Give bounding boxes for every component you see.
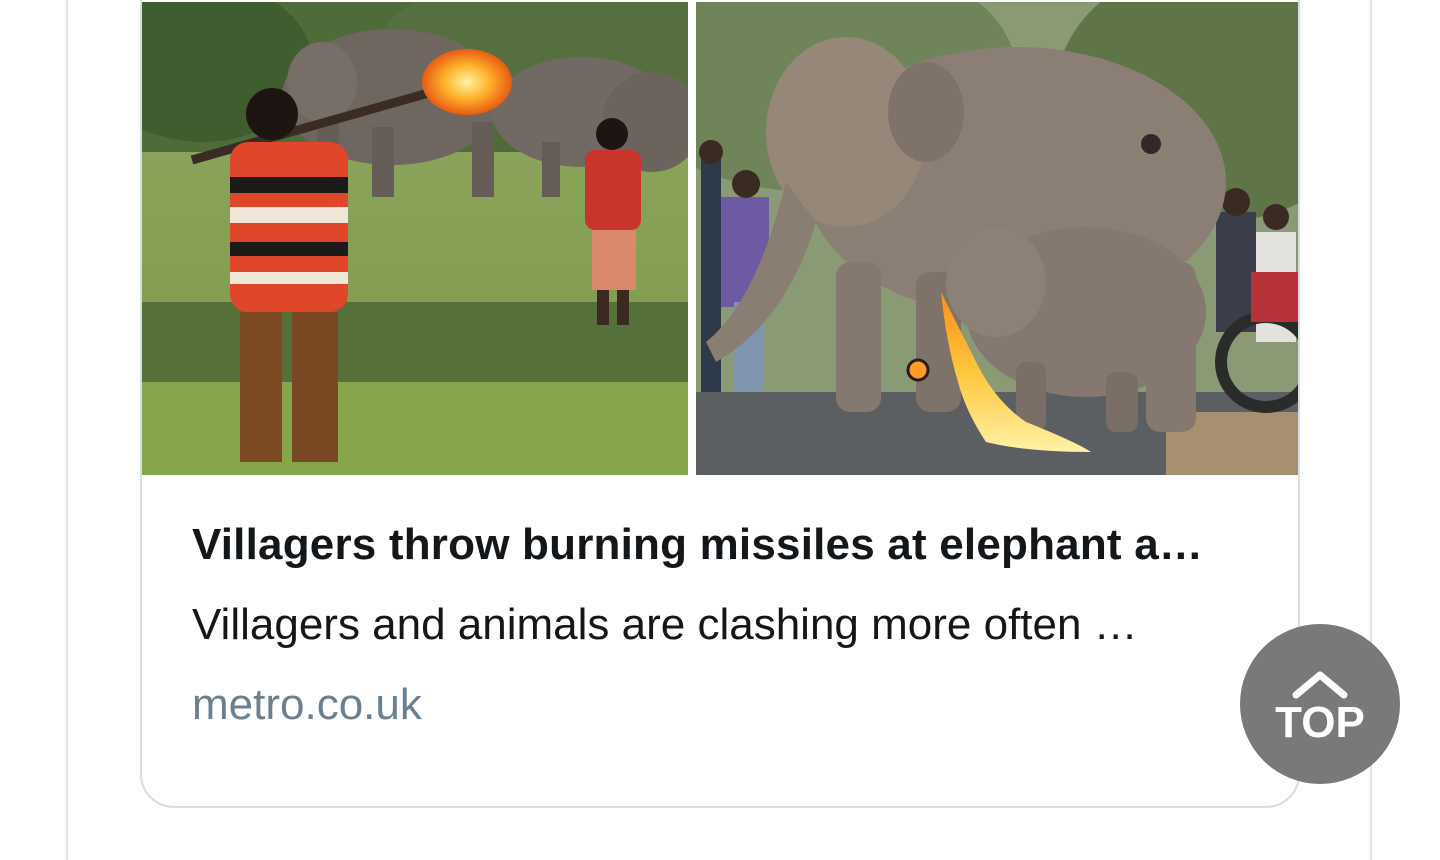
card-title[interactable]: Villagers throw burning missiles at elep… — [192, 520, 1252, 570]
link-preview-card[interactable]: Villagers throw burning missiles at elep… — [140, 0, 1300, 808]
photo-elephant-calf-fire — [696, 2, 1298, 475]
card-description: Villagers and animals are clashing more … — [192, 600, 1138, 649]
chevron-up-icon — [1292, 671, 1348, 699]
card-image-right[interactable] — [696, 2, 1298, 475]
scroll-to-top-button[interactable]: TOP — [1240, 624, 1400, 784]
card-media[interactable] — [142, 2, 1298, 475]
photo-villagers-elephants-field — [142, 2, 688, 475]
card-domain[interactable]: metro.co.uk — [192, 680, 422, 730]
card-image-left[interactable] — [142, 2, 688, 475]
scroll-to-top-label: TOP — [1275, 698, 1365, 747]
